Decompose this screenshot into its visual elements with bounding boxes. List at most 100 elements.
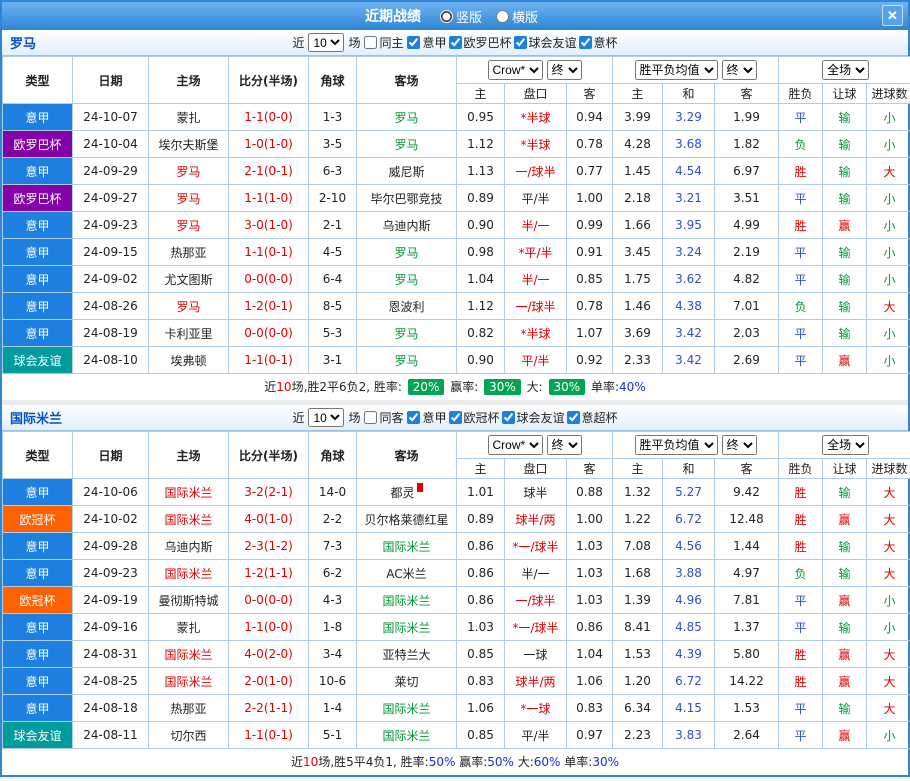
handicap-result: 输: [823, 614, 867, 641]
away-team: 罗马: [357, 320, 457, 347]
handicap-result: 赢: [823, 668, 867, 695]
near-label: 近: [292, 409, 304, 426]
handicap-result: 输: [823, 131, 867, 158]
win-odds: 4.28: [613, 131, 663, 158]
ah-away-odds: 0.86: [567, 614, 613, 641]
recent-count-select[interactable]: 10: [308, 408, 344, 427]
summary-text: 30%: [592, 755, 619, 769]
league-badge: 意甲: [3, 104, 73, 131]
score: 2-2(1-1): [229, 695, 309, 722]
close-button[interactable]: ✕: [882, 5, 903, 26]
col-header-away: 客场: [357, 57, 457, 104]
same-venue-checkbox[interactable]: 同主: [364, 34, 403, 51]
result: 平: [779, 614, 823, 641]
result: 平: [779, 266, 823, 293]
league-filter-input[interactable]: [449, 411, 462, 424]
league-filter-input[interactable]: [449, 36, 462, 49]
league-filter-input[interactable]: [502, 411, 515, 424]
avg-final-select[interactable]: 终: [722, 60, 757, 80]
result: 平: [779, 104, 823, 131]
league-filter-checkbox[interactable]: 意超杯: [567, 409, 618, 426]
away-team: 亚特兰大: [357, 641, 457, 668]
league-filter-checkbox[interactable]: 欧冠杯: [449, 409, 500, 426]
league-filter-checkbox[interactable]: 意甲: [407, 409, 446, 426]
result: 平: [779, 347, 823, 374]
vertical-view-radio[interactable]: [440, 10, 453, 23]
draw-odds: 4.96: [663, 587, 715, 614]
away-team: 毕尔巴鄂竞技: [357, 185, 457, 212]
summary-rate-badge: 30%: [484, 379, 521, 395]
home-team: 热那亚: [149, 695, 229, 722]
match-date: 24-08-19: [73, 320, 149, 347]
league-filter-input[interactable]: [407, 411, 420, 424]
result: 负: [779, 293, 823, 320]
league-filter-checkbox[interactable]: 意甲: [407, 34, 446, 51]
recent-count-select[interactable]: 10: [308, 33, 344, 52]
avg-select[interactable]: 胜平负均值: [635, 435, 718, 455]
same-venue-checkbox[interactable]: 同客: [364, 409, 403, 426]
sub-header-draw: 和: [663, 459, 715, 479]
view-option-horizontal[interactable]: 横版: [496, 7, 538, 26]
ah-away-odds: 1.03: [567, 587, 613, 614]
home-team: 卡利亚里: [149, 320, 229, 347]
col-header-home: 主场: [149, 432, 229, 479]
league-filter-checkbox[interactable]: 意杯: [579, 34, 618, 51]
match-row: 意甲 24-09-23 罗马 3-0(1-0) 2-1 乌迪内斯 0.90 半/…: [3, 212, 910, 239]
home-team: 罗马: [149, 293, 229, 320]
score: 1-2(0-1): [229, 293, 309, 320]
handicap: 球半/两: [505, 668, 567, 695]
league-filter-input[interactable]: [567, 411, 580, 424]
corner-score: 3-1: [309, 347, 357, 374]
avg-final-select[interactable]: 终: [722, 435, 757, 455]
league-filter-label: 意甲: [422, 409, 446, 426]
sub-header-goals: 进球数: [867, 459, 910, 479]
away-team: 国际米兰: [357, 587, 457, 614]
match-row: 意甲 24-10-06 国际米兰 3-2(2-1) 14-0 都灵 1.01 球…: [3, 479, 910, 506]
summary-rate-badge: 20%: [408, 379, 445, 395]
draw-odds: 3.68: [663, 131, 715, 158]
league-filter-checkbox[interactable]: 欧罗巴杯: [449, 34, 512, 51]
avg-group-header: 胜平负均值 终: [613, 432, 779, 459]
home-team: 热那亚: [149, 239, 229, 266]
odds-company-select[interactable]: Crow*: [488, 60, 543, 80]
handicap-result: 赢: [823, 347, 867, 374]
same-venue-input[interactable]: [364, 411, 377, 424]
lose-odds: 12.48: [715, 506, 779, 533]
lose-odds: 1.99: [715, 104, 779, 131]
lose-odds: 7.01: [715, 293, 779, 320]
same-venue-input[interactable]: [364, 36, 377, 49]
score: 1-1(0-1): [229, 347, 309, 374]
score: 1-1(1-0): [229, 185, 309, 212]
home-team: 罗马: [149, 212, 229, 239]
team-bar: 罗马 近 10 场 同主 意甲欧罗巴杯球会友谊意杯: [2, 30, 908, 56]
match-rows: 意甲 24-10-07 蒙扎 1-1(0-0) 1-3 罗马 0.95 *半球 …: [3, 104, 910, 374]
scope-select[interactable]: 全场: [822, 60, 869, 80]
league-filter-input[interactable]: [407, 36, 420, 49]
lose-odds: 4.99: [715, 212, 779, 239]
odds-final-select[interactable]: 终: [547, 435, 582, 455]
corner-score: 10-6: [309, 668, 357, 695]
scope-select[interactable]: 全场: [822, 435, 869, 455]
goals-result: 小: [867, 239, 910, 266]
home-team: 尤文图斯: [149, 266, 229, 293]
league-filter-checkbox[interactable]: 球会友谊: [514, 34, 577, 51]
league-filter-input[interactable]: [579, 36, 592, 49]
match-row: 意甲 24-09-28 乌迪内斯 2-3(1-2) 7-3 国际米兰 0.86 …: [3, 533, 910, 560]
corner-score: 1-3: [309, 104, 357, 131]
away-team: 乌迪内斯: [357, 212, 457, 239]
summary-rate-badge: 30%: [549, 379, 586, 395]
col-header-away: 客场: [357, 432, 457, 479]
league-badge: 意甲: [3, 614, 73, 641]
avg-select[interactable]: 胜平负均值: [635, 60, 718, 80]
league-badge: 意甲: [3, 212, 73, 239]
games-label: 场: [348, 409, 360, 426]
horizontal-view-radio[interactable]: [496, 10, 509, 23]
league-filter-checkbox[interactable]: 球会友谊: [502, 409, 565, 426]
lose-odds: 3.51: [715, 185, 779, 212]
odds-final-select[interactable]: 终: [547, 60, 582, 80]
league-filter-input[interactable]: [514, 36, 527, 49]
red-card-icon: [417, 483, 423, 492]
view-option-vertical[interactable]: 竖版: [440, 7, 482, 26]
match-row: 意甲 24-09-02 尤文图斯 0-0(0-0) 6-4 罗马 1.04 半/…: [3, 266, 910, 293]
odds-company-select[interactable]: Crow*: [488, 435, 543, 455]
